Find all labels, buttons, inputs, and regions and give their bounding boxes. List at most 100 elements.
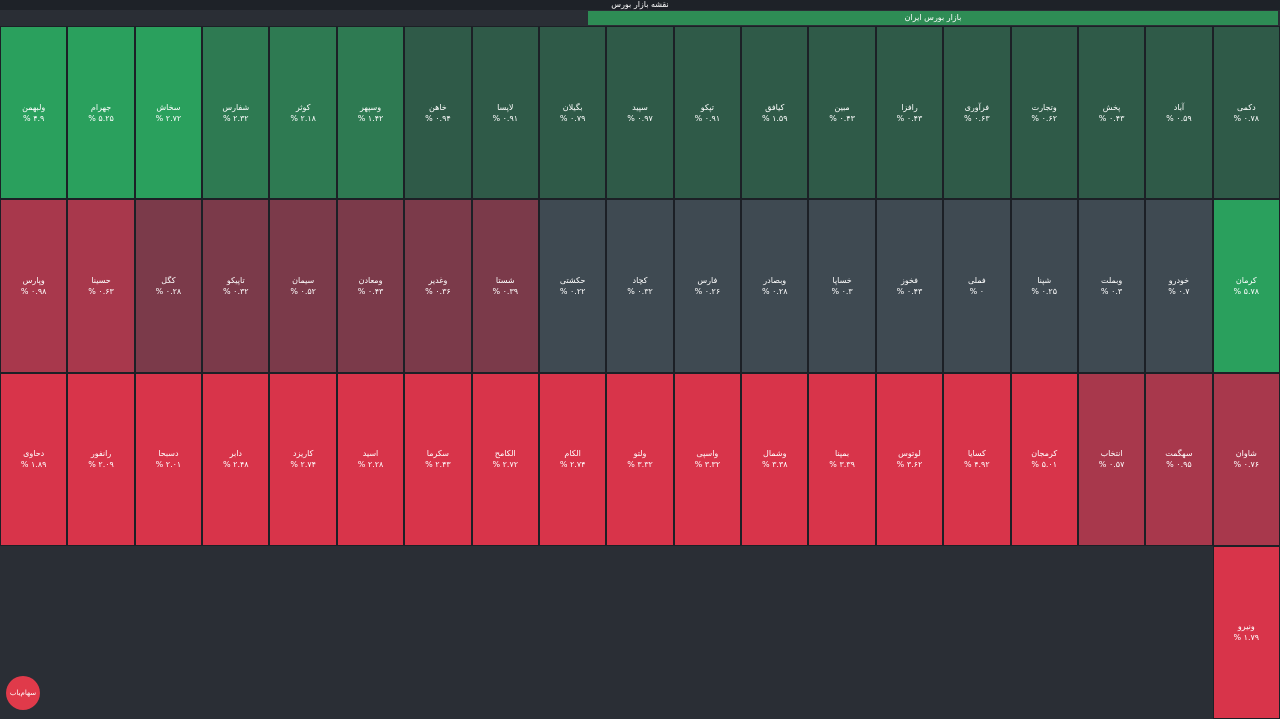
tile-change: ۵.۰۱ % [1031, 460, 1057, 470]
treemap-tile[interactable]: وبملت ۰.۳ % [1077, 199, 1146, 373]
treemap-tile[interactable]: الکام ۲.۷۴ % [538, 372, 607, 546]
treemap-tile[interactable]: خساپا ۰.۳ % [808, 199, 876, 373]
tile-symbol: دحاوی [23, 449, 45, 459]
treemap-tile[interactable]: شستا ۰.۳۹ % [471, 199, 539, 373]
tile-change: ۰.۷ % [1168, 286, 1190, 296]
treemap-tile[interactable]: وتجارت ۰.۶۲ % [1010, 26, 1078, 200]
treemap-tile[interactable]: لوتوس ۳.۶۲ % [875, 372, 944, 546]
treemap-tile[interactable]: کاریزد ۲.۷۴ % [269, 372, 337, 546]
tile-symbol: کگل [161, 275, 176, 285]
treemap-tile[interactable]: تپکو ۰.۹۱ % [673, 26, 742, 200]
treemap-tile[interactable]: خودرو ۰.۷ % [1145, 199, 1213, 373]
treemap-tile[interactable]: کرمجان ۵.۰۱ % [1010, 372, 1078, 546]
treemap-tile[interactable]: شپنا ۰.۲۵ % [1010, 199, 1078, 373]
tile-change: ۰.۴۳ % [896, 113, 923, 123]
treemap-tile[interactable]: ومعادن ۰.۴۳ % [336, 199, 405, 373]
tile-change: ۲.۴۳ % [425, 460, 451, 470]
tile-change: ۰.۵۹ % [1166, 113, 1192, 123]
treemap-tile[interactable]: سخاش ۲.۷۲ % [134, 26, 203, 200]
tile-symbol: سخاش [156, 102, 181, 112]
treemap-tile[interactable]: حسینا ۰.۶۳ % [67, 199, 135, 373]
treemap-tile[interactable]: وشمال ۳.۳۸ % [741, 372, 809, 546]
treemap-tile[interactable]: تاپیکو ۰.۳۲ % [202, 199, 270, 373]
tile-symbol: سهگمت [1165, 449, 1193, 459]
treemap-tile[interactable]: خاهن ۰.۹۴ % [404, 26, 472, 200]
treemap-tile[interactable]: لاپسا ۰.۹۱ % [471, 26, 539, 200]
treemap-tile[interactable]: فرآوری ۰.۶۳ % [943, 26, 1011, 200]
brand-logo: سهام‌یاب [6, 676, 40, 710]
treemap-tile[interactable]: مبین ۰.۴۳ % [808, 26, 876, 200]
tile-symbol: وبملت [1100, 275, 1123, 285]
treemap-tile[interactable]: شفارس ۲.۳۲ % [202, 26, 270, 200]
page-title: نقشه بازار بورس [0, 0, 1280, 10]
treemap-tile[interactable]: ولتو ۳.۳۲ % [606, 372, 674, 546]
treemap-tile[interactable]: فملی ۰ % [943, 199, 1011, 373]
tile-symbol: انتخاب [1100, 449, 1123, 459]
treemap-tile[interactable]: آباد ۰.۵۹ % [1145, 26, 1213, 200]
tile-symbol: وبصادر [763, 275, 787, 285]
treemap-tile[interactable]: کیافق ۱.۵۹ % [741, 26, 809, 200]
treemap-tile[interactable]: کرمان ۵.۷۸ % [1212, 199, 1280, 373]
tile-symbol: دکمی [1236, 102, 1256, 112]
treemap-tile[interactable]: وغدیر ۰.۳۶ % [404, 199, 472, 373]
tile-symbol: خاهن [429, 102, 447, 112]
tile-change: ۳.۳۲ % [627, 460, 653, 470]
tile-symbol: مبین [834, 102, 850, 112]
tile-symbol: بمپنا [835, 449, 850, 459]
tile-symbol: کرمجان [1031, 449, 1058, 459]
tile-change: ۰.۳ % [831, 286, 853, 296]
treemap-tile[interactable]: واسپی ۳.۳۲ % [673, 372, 742, 546]
tile-change: ۰.۶۲ % [1031, 113, 1057, 123]
treemap-tile[interactable]: سکرما ۲.۴۳ % [404, 372, 472, 546]
treemap-tile[interactable]: وپارس ۰.۹۸ % [0, 199, 68, 373]
tile-symbol: رانفور [90, 449, 112, 459]
treemap-tile[interactable]: فخوز ۰.۴۳ % [875, 199, 944, 373]
treemap-tile[interactable]: رانفور ۲.۰۹ % [67, 372, 135, 546]
treemap-tile[interactable]: بگیلان ۰.۷۹ % [538, 26, 607, 200]
treemap-tile[interactable]: دکمی ۰.۷۸ % [1212, 26, 1280, 200]
tile-symbol: خودرو [1168, 275, 1190, 285]
tile-change: ۰.۴۳ % [1098, 113, 1125, 123]
tile-change: ۲.۲۸ % [357, 460, 384, 470]
treemap-tile[interactable]: دسبحا ۲.۰۱ % [134, 372, 203, 546]
treemap-tile[interactable]: وبصادر ۰.۲۸ % [741, 199, 809, 373]
tile-symbol: فملی [967, 275, 986, 285]
treemap-tile[interactable]: الکامح ۲.۷۲ % [471, 372, 539, 546]
treemap-tile[interactable]: سیمان ۰.۵۲ % [269, 199, 337, 373]
tile-change: ۰.۲۸ % [761, 286, 788, 296]
treemap-tile[interactable]: رافزا ۰.۴۳ % [875, 26, 944, 200]
tile-change: ۲.۷۴ % [290, 460, 316, 470]
tile-change: ۱.۴۲ % [357, 113, 384, 123]
treemap-tile[interactable]: پخش ۰.۴۳ % [1077, 26, 1146, 200]
treemap-tile[interactable]: کگل ۰.۲۸ % [134, 199, 203, 373]
treemap-tile[interactable]: دحاوی ۱.۸۹ % [0, 372, 68, 546]
treemap-tile[interactable]: وسپهر ۱.۴۲ % [336, 26, 405, 200]
treemap-tile[interactable]: سهگمت ۰.۹۵ % [1145, 372, 1213, 546]
treemap-tile[interactable]: شاوان ۰.۷۶ % [1212, 372, 1280, 546]
tile-change: ۳.۳۲ % [694, 460, 721, 470]
treemap-tile[interactable]: ولبهمن ۴.۹ % [0, 26, 68, 200]
treemap-tile[interactable]: انتخاب ۰.۵۷ % [1077, 372, 1146, 546]
tile-change: ۳.۶۲ % [896, 460, 923, 470]
treemap-tile[interactable]: دابر ۲.۴۸ % [202, 372, 270, 546]
treemap-tile[interactable]: کچاد ۰.۳۲ % [606, 199, 674, 373]
tile-change: ۰.۵۷ % [1098, 460, 1125, 470]
tile-change: ۰.۳۶ % [425, 286, 451, 296]
treemap-tile[interactable]: کوثر ۲.۱۸ % [269, 26, 337, 200]
tile-change: ۰.۹۷ % [627, 113, 653, 123]
treemap-tile[interactable]: سپید ۰.۹۷ % [606, 26, 674, 200]
tile-symbol: شاوان [1235, 449, 1257, 459]
tile-symbol: حسینا [91, 275, 111, 285]
treemap-tile[interactable]: حکشتی ۰.۲۲ % [538, 199, 607, 373]
treemap-tile[interactable]: فارس ۰.۲۶ % [673, 199, 742, 373]
treemap-tile[interactable]: کسایا ۴.۹۲ % [943, 372, 1011, 546]
tile-change: ۲.۱۸ % [290, 113, 316, 123]
tile-symbol: کچاد [632, 275, 648, 285]
tile-symbol: شستا [495, 275, 515, 285]
treemap-tile[interactable]: ونیرو ۱.۷۹ % [1212, 545, 1280, 719]
tile-change: ۰.۵۲ % [290, 286, 316, 296]
treemap-tile[interactable]: اسید ۲.۲۸ % [336, 372, 405, 546]
market-header-label: بازار بورس ایران [588, 11, 1278, 25]
treemap-tile[interactable]: جهرام ۵.۲۵ % [67, 26, 135, 200]
treemap-tile[interactable]: بمپنا ۳.۳۹ % [808, 372, 876, 546]
